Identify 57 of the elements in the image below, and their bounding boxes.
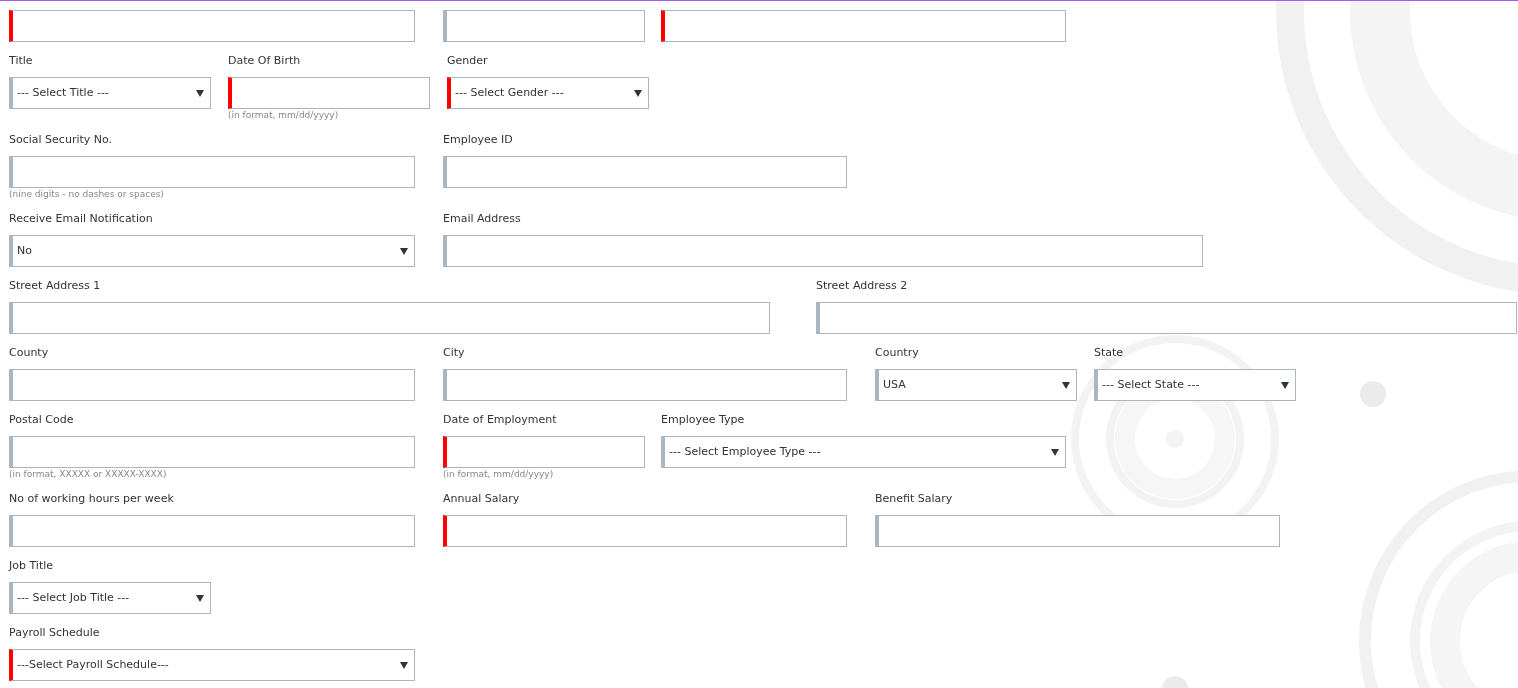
dropdown[interactable]: --- Select Job Title --- xyxy=(9,582,211,614)
text-field[interactable] xyxy=(443,369,847,401)
field-label: Annual Salary xyxy=(443,491,521,507)
field-label: Country xyxy=(875,345,920,361)
field-label: City xyxy=(443,345,466,361)
field-label: Postal Code xyxy=(9,412,75,428)
field-label: Social Security No. xyxy=(9,132,114,148)
caret-icon xyxy=(400,661,408,669)
text-field[interactable] xyxy=(443,515,847,547)
field-label: Date of Employment xyxy=(443,412,558,428)
dropdown[interactable]: No xyxy=(9,235,415,267)
text-field[interactable] xyxy=(9,10,415,42)
caret-icon xyxy=(400,247,408,255)
field-label: State xyxy=(1094,345,1125,361)
field-label: Title xyxy=(9,53,34,69)
format-hint: (in format, mm/dd/yyyy) xyxy=(228,109,340,121)
field-label: Street Address 1 xyxy=(9,278,102,294)
text-field[interactable] xyxy=(661,10,1066,42)
field-label: County xyxy=(9,345,50,361)
text-field[interactable] xyxy=(9,515,415,547)
field-label: Gender xyxy=(447,53,489,69)
dropdown[interactable]: ---Select Payroll Schedule--- xyxy=(9,649,415,681)
field-label: Date Of Birth xyxy=(228,53,302,69)
text-field[interactable] xyxy=(443,156,847,188)
format-hint: (in format, XXXXX or XXXXX-XXXX) xyxy=(9,468,168,480)
text-field[interactable] xyxy=(443,235,1203,267)
text-field[interactable] xyxy=(443,10,645,42)
text-field[interactable] xyxy=(816,302,1517,334)
field-label: Employee Type xyxy=(661,412,746,428)
text-field[interactable] xyxy=(9,369,415,401)
format-hint: (nine digits - no dashes or spaces) xyxy=(9,188,165,200)
field-label: Email Address xyxy=(443,211,522,227)
caret-icon xyxy=(196,89,204,97)
caret-icon xyxy=(634,89,642,97)
caret-icon xyxy=(1281,381,1289,389)
text-field[interactable] xyxy=(9,156,415,188)
text-field[interactable] xyxy=(9,436,415,468)
caret-icon xyxy=(1051,448,1059,456)
text-field[interactable] xyxy=(228,77,430,109)
text-field[interactable] xyxy=(9,302,770,334)
format-hint: (in format, mm/dd/yyyy) xyxy=(443,468,555,480)
dropdown[interactable]: --- Select Employee Type --- xyxy=(661,436,1066,468)
field-label: Benefit Salary xyxy=(875,491,954,507)
text-field[interactable] xyxy=(443,436,645,468)
field-label: Receive Email Notification xyxy=(9,211,154,227)
field-label: Street Address 2 xyxy=(816,278,909,294)
dropdown[interactable]: --- Select Title --- xyxy=(9,77,211,109)
field-label: Payroll Schedule xyxy=(9,625,101,641)
text-field[interactable] xyxy=(875,515,1280,547)
field-label: No of working hours per week xyxy=(9,491,175,507)
caret-icon xyxy=(1062,381,1070,389)
field-label: Employee ID xyxy=(443,132,514,148)
caret-icon xyxy=(196,594,204,602)
dropdown[interactable]: USA xyxy=(875,369,1077,401)
dropdown[interactable]: --- Select State --- xyxy=(1094,369,1296,401)
dropdown[interactable]: --- Select Gender --- xyxy=(447,77,649,109)
field-label: Job Title xyxy=(9,558,55,574)
